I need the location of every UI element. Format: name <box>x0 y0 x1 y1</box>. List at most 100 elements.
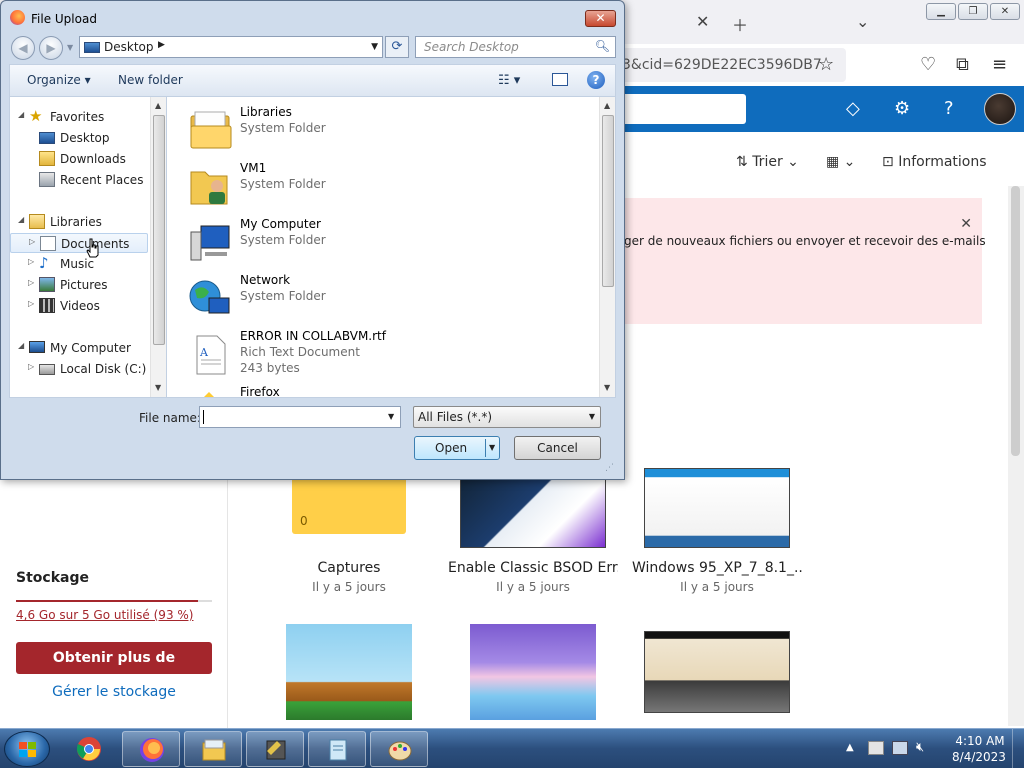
file-name-field[interactable] <box>199 406 401 428</box>
clock-time[interactable]: 4:10 AM <box>950 734 1010 748</box>
page-scrollbar[interactable] <box>1008 186 1024 726</box>
file-item[interactable]: Libraries System Folder <box>185 104 585 160</box>
view-grid-button[interactable]: ▦ ⌄ <box>826 154 855 170</box>
volume-muted-icon[interactable]: 🔇︎ <box>916 740 932 755</box>
refresh-button[interactable]: ⟳ <box>385 36 409 58</box>
file-scroll-thumb[interactable] <box>602 115 614 287</box>
close-tab-icon[interactable]: ✕ <box>696 12 709 31</box>
extensions-icon[interactable]: ⧉ <box>956 54 969 75</box>
nav-scrollbar[interactable]: ▲ ▼ <box>150 97 166 397</box>
command-bar: ⇅ Trier ⌄ ▦ ⌄ ⊡ Informations <box>600 140 1024 186</box>
bookmark-star-icon[interactable]: ☆ <box>818 54 834 75</box>
sort-button[interactable]: ⇅ Trier ⌄ <box>736 154 799 170</box>
taskbar-paint[interactable] <box>370 731 428 767</box>
avatar[interactable] <box>984 93 1016 125</box>
storage-used-link[interactable]: 4,6 Go sur 5 Go utilisé (93 %) <box>16 608 193 622</box>
premium-diamond-icon[interactable]: ◇ <box>846 98 860 119</box>
nav-item-local-disk[interactable]: ▷ Local Disk (C:) <box>10 359 150 379</box>
action-center-flag-icon[interactable] <box>868 741 884 755</box>
tab-list-chevron-icon[interactable]: ⌄ <box>856 12 869 31</box>
window-close-button[interactable]: ✕ <box>990 3 1020 20</box>
url-bar[interactable]: 3&cid=629DE22EC3596DB7 <box>600 48 846 82</box>
manage-storage-link[interactable]: Gérer le stockage <box>16 684 212 700</box>
taskbar-chrome[interactable] <box>60 731 118 767</box>
tile-name: Windows 95_XP_7_8.1_... <box>632 560 802 576</box>
taskbar-firefox[interactable] <box>122 731 180 767</box>
scroll-up-icon[interactable]: ▲ <box>155 101 161 110</box>
image-thumbnail <box>644 468 790 548</box>
taskbar-vm-tool[interactable] <box>246 731 304 767</box>
address-bar[interactable]: Desktop ▶ ▼ <box>79 36 383 58</box>
help-icon[interactable]: ? <box>587 71 605 89</box>
back-button[interactable]: ◀ <box>11 36 35 60</box>
nav-my-computer[interactable]: ◢ My Computer <box>10 338 150 358</box>
file-item[interactable]: My Computer System Folder <box>185 216 585 272</box>
nav-item-desktop[interactable]: Desktop <box>10 128 150 148</box>
recent-pages-chevron-icon[interactable]: ▼ <box>67 43 73 52</box>
change-view-icon[interactable]: ☷ ▾ <box>498 73 520 88</box>
rtf-document-icon: A <box>196 335 226 375</box>
file-name-dropdown-icon[interactable]: ▼ <box>388 412 394 421</box>
show-hidden-icons-icon[interactable]: ▲ <box>846 742 862 756</box>
open-options-dropdown-icon[interactable]: ▼ <box>489 443 495 452</box>
breadcrumb-arrow-icon[interactable]: ▶ <box>158 40 165 50</box>
open-button[interactable]: Open ▼ <box>414 436 500 460</box>
forward-button[interactable]: ▶ <box>39 36 63 60</box>
search-icon[interactable]: 🔍︎ <box>595 39 610 53</box>
nav-item-documents[interactable]: ▷ Documents <box>10 233 148 253</box>
info-button[interactable]: ⊡ Informations <box>882 154 987 170</box>
scroll-down-icon[interactable]: ▼ <box>604 383 610 392</box>
dialog-titlebar[interactable]: File Upload ✕ <box>1 1 624 33</box>
resize-grip-icon[interactable]: ⋰ <box>605 463 614 473</box>
cancel-button[interactable]: Cancel <box>514 436 601 460</box>
address-dropdown-icon[interactable]: ▼ <box>371 42 378 52</box>
file-list-scrollbar[interactable]: ▲ ▼ <box>599 97 615 397</box>
nav-libraries-label: Libraries <box>50 215 102 229</box>
nav-scroll-thumb[interactable] <box>153 115 165 345</box>
tile-date: Il y a 5 jours <box>312 580 386 594</box>
menu-icon[interactable]: ≡ <box>992 54 1007 75</box>
chevron-down-icon: ▼ <box>588 412 595 421</box>
start-button[interactable] <box>4 731 50 767</box>
file-item[interactable]: VM1 System Folder <box>185 160 585 216</box>
search-input[interactable]: Search Desktop 🔍︎ <box>415 36 616 58</box>
file-item[interactable]: Firefox <box>185 384 585 397</box>
tile-date: Il y a 5 jours <box>496 580 570 594</box>
taskbar-explorer[interactable] <box>184 731 242 767</box>
settings-gear-icon[interactable]: ⚙ <box>894 98 910 119</box>
nav-favorites[interactable]: ◢ ★ Favorites <box>10 107 150 127</box>
help-question-icon[interactable]: ? <box>944 98 954 119</box>
nav-item-downloads[interactable]: Downloads <box>10 149 150 169</box>
text-caret <box>203 410 204 424</box>
file-item[interactable]: Network System Folder <box>185 272 585 328</box>
scroll-up-icon[interactable]: ▲ <box>604 101 610 110</box>
dialog-close-button[interactable]: ✕ <box>585 10 616 27</box>
nav-item-recent-places[interactable]: Recent Places <box>10 170 150 190</box>
show-desktop-button[interactable] <box>1012 729 1024 768</box>
nav-item-label: Local Disk (C:) <box>60 362 147 376</box>
new-tab-icon[interactable]: ＋ <box>732 12 748 36</box>
scroll-down-icon[interactable]: ▼ <box>155 383 161 392</box>
taskbar-notepad[interactable] <box>308 731 366 767</box>
preview-pane-icon[interactable] <box>552 73 568 86</box>
alert-close-icon[interactable]: ✕ <box>960 216 972 232</box>
nav-item-pictures[interactable]: ▷ Pictures <box>10 275 150 295</box>
address-text[interactable]: Desktop <box>104 40 154 54</box>
nav-item-music[interactable]: ▷ ♪ Music <box>10 254 150 274</box>
hard-drive-icon <box>39 364 55 375</box>
organize-button[interactable]: Organize ▾ <box>27 73 91 87</box>
pocket-icon[interactable]: ♡ <box>920 54 936 75</box>
nav-item-videos[interactable]: ▷ Videos <box>10 296 150 316</box>
file-name: My Computer <box>240 217 321 231</box>
get-more-storage-button[interactable]: Obtenir plus de stockage <box>16 642 212 698</box>
documents-icon <box>40 236 56 251</box>
new-folder-button[interactable]: New folder <box>118 73 183 87</box>
file-item[interactable]: A ERROR IN COLLABVM.rtf Rich Text Docume… <box>185 328 585 384</box>
file-type-filter[interactable]: All Files (*.*) ▼ <box>413 406 601 428</box>
nav-libraries[interactable]: ◢ Libraries <box>10 212 150 232</box>
minimize-button[interactable]: ▁ <box>926 3 956 20</box>
restore-button[interactable]: ❐ <box>958 3 988 20</box>
network-status-icon[interactable] <box>892 741 908 755</box>
onedrive-header: ◇ ⚙ ? <box>600 86 1024 132</box>
clock-date[interactable]: 8/4/2023 <box>944 750 1014 764</box>
